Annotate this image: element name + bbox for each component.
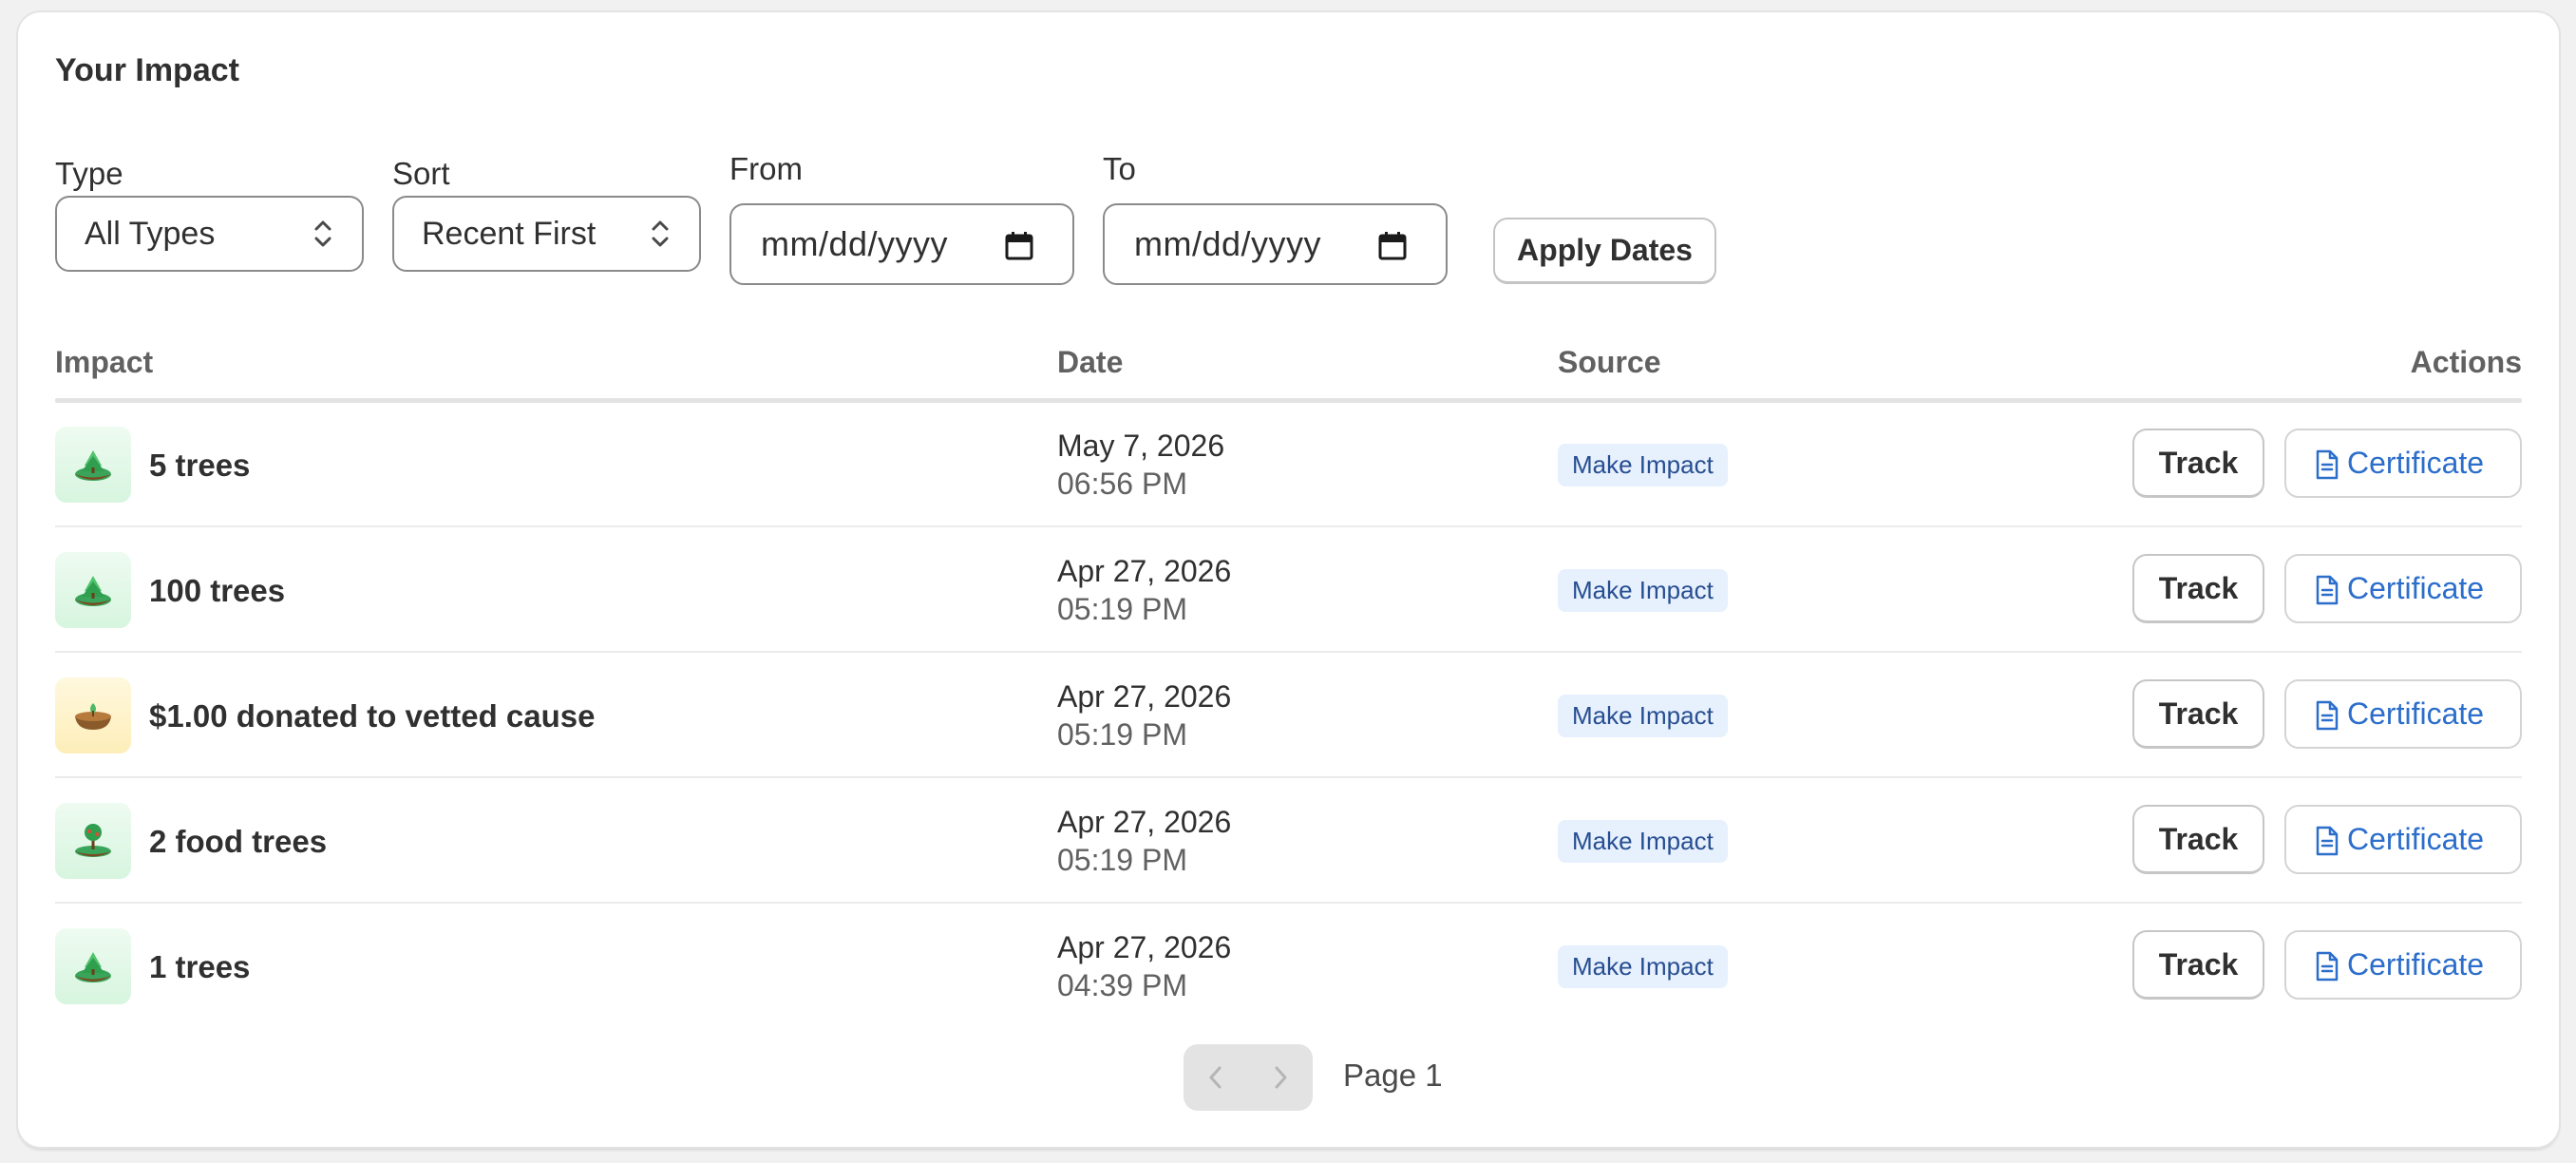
impact-icon-tile	[55, 552, 131, 628]
chevron-right-icon	[1275, 1066, 1287, 1089]
impact-date: Apr 27, 2026	[1057, 679, 1232, 714]
source-badge: Make Impact	[1558, 444, 1728, 486]
apply-dates-button[interactable]: Apply Dates	[1493, 218, 1716, 284]
source-badge: Make Impact	[1558, 945, 1728, 988]
source-column-header: Source	[1558, 345, 1661, 379]
impact-date: May 7, 2026	[1057, 429, 1225, 463]
impact-name: 1 trees	[149, 949, 251, 984]
source-badge: Make Impact	[1558, 695, 1728, 737]
impact-icon-tile	[55, 677, 131, 753]
select-chevrons-icon	[652, 220, 669, 247]
previous-page-button[interactable]	[1184, 1044, 1248, 1111]
food-tree-icon	[75, 824, 111, 857]
impact-time: 05:19 PM	[1057, 843, 1187, 877]
type-select-value: All Types	[85, 215, 216, 252]
impact-icon-tile	[55, 803, 131, 879]
actions-column-header: Actions	[2410, 345, 2522, 379]
track-button[interactable]: Track	[2132, 554, 2264, 623]
calendar-icon[interactable]	[1005, 231, 1033, 260]
track-button[interactable]: Track	[2132, 679, 2264, 749]
tree-seedling-icon	[75, 576, 111, 606]
table-row: 2 food trees Apr 27, 2026 05:19 PM Make …	[55, 778, 2522, 904]
impact-name: 100 trees	[149, 573, 286, 608]
source-badge: Make Impact	[1558, 569, 1728, 612]
card-title: Your Impact	[55, 52, 239, 88]
to-date-input[interactable]: mm/dd/yyyy	[1103, 203, 1448, 285]
impact-time: 05:19 PM	[1057, 717, 1187, 752]
impact-column-header: Impact	[55, 345, 154, 379]
tree-seedling-icon	[75, 952, 111, 982]
next-page-button[interactable]	[1248, 1044, 1313, 1111]
certificate-button[interactable]: Certificate	[2284, 554, 2522, 623]
chevron-left-icon	[1209, 1066, 1222, 1089]
document-icon	[2316, 700, 2339, 731]
date-column-header: Date	[1057, 345, 1124, 379]
table-row: $1.00 donated to vetted cause Apr 27, 20…	[55, 653, 2522, 778]
certificate-button[interactable]: Certificate	[2284, 805, 2522, 874]
document-icon	[2316, 575, 2339, 605]
track-button[interactable]: Track	[2132, 805, 2264, 874]
certificate-button[interactable]: Certificate	[2284, 679, 2522, 749]
sort-select-value: Recent First	[422, 215, 597, 252]
impact-card-body: Your Impact Type All Types Sort Recent F…	[55, 12, 2522, 1147]
from-date-label: From	[729, 151, 803, 186]
impact-date: Apr 27, 2026	[1057, 805, 1232, 839]
certificate-label: Certificate	[2347, 571, 2485, 605]
select-chevrons-icon	[314, 220, 331, 247]
from-date-placeholder: mm/dd/yyyy	[761, 224, 949, 263]
certificate-button[interactable]: Certificate	[2284, 930, 2522, 1000]
impact-card: Your Impact Type All Types Sort Recent F…	[18, 12, 2559, 1147]
to-date-placeholder: mm/dd/yyyy	[1134, 224, 1322, 263]
sort-filter-label: Sort	[392, 156, 450, 191]
certificate-label: Certificate	[2347, 947, 2485, 982]
pagination-controls	[1184, 1044, 1313, 1111]
impact-name: 2 food trees	[149, 824, 328, 859]
table-row: 100 trees Apr 27, 2026 05:19 PM Make Imp…	[55, 527, 2522, 653]
page-indicator: Page 1	[1343, 1058, 1443, 1093]
impact-icon-tile	[55, 928, 131, 1004]
to-date-label: To	[1103, 151, 1136, 186]
impact-date: Apr 27, 2026	[1057, 930, 1232, 964]
source-badge: Make Impact	[1558, 820, 1728, 863]
type-select[interactable]: All Types	[55, 196, 364, 272]
impact-time: 06:56 PM	[1057, 467, 1187, 501]
certificate-label: Certificate	[2347, 696, 2485, 731]
tree-seedling-icon	[75, 450, 111, 481]
document-icon	[2316, 826, 2339, 856]
certificate-button[interactable]: Certificate	[2284, 429, 2522, 498]
impact-time: 04:39 PM	[1057, 968, 1187, 1002]
track-button[interactable]: Track	[2132, 429, 2264, 498]
impact-time: 05:19 PM	[1057, 592, 1187, 626]
document-icon	[2316, 449, 2339, 480]
from-date-input[interactable]: mm/dd/yyyy	[729, 203, 1074, 285]
donation-bowl-icon	[75, 703, 111, 730]
calendar-icon[interactable]	[1378, 231, 1407, 260]
sort-select[interactable]: Recent First	[392, 196, 701, 272]
track-button[interactable]: Track	[2132, 930, 2264, 1000]
impact-name: $1.00 donated to vetted cause	[149, 698, 596, 734]
impact-name: 5 trees	[149, 448, 251, 483]
table-row: 5 trees May 7, 2026 06:56 PM Make Impact…	[55, 402, 2522, 527]
certificate-label: Certificate	[2347, 822, 2485, 856]
impact-icon-tile	[55, 427, 131, 503]
certificate-label: Certificate	[2347, 446, 2485, 480]
table-row: 1 trees Apr 27, 2026 04:39 PM Make Impac…	[55, 904, 2522, 1029]
document-icon	[2316, 951, 2339, 982]
impact-date: Apr 27, 2026	[1057, 554, 1232, 588]
type-filter-label: Type	[55, 156, 123, 191]
